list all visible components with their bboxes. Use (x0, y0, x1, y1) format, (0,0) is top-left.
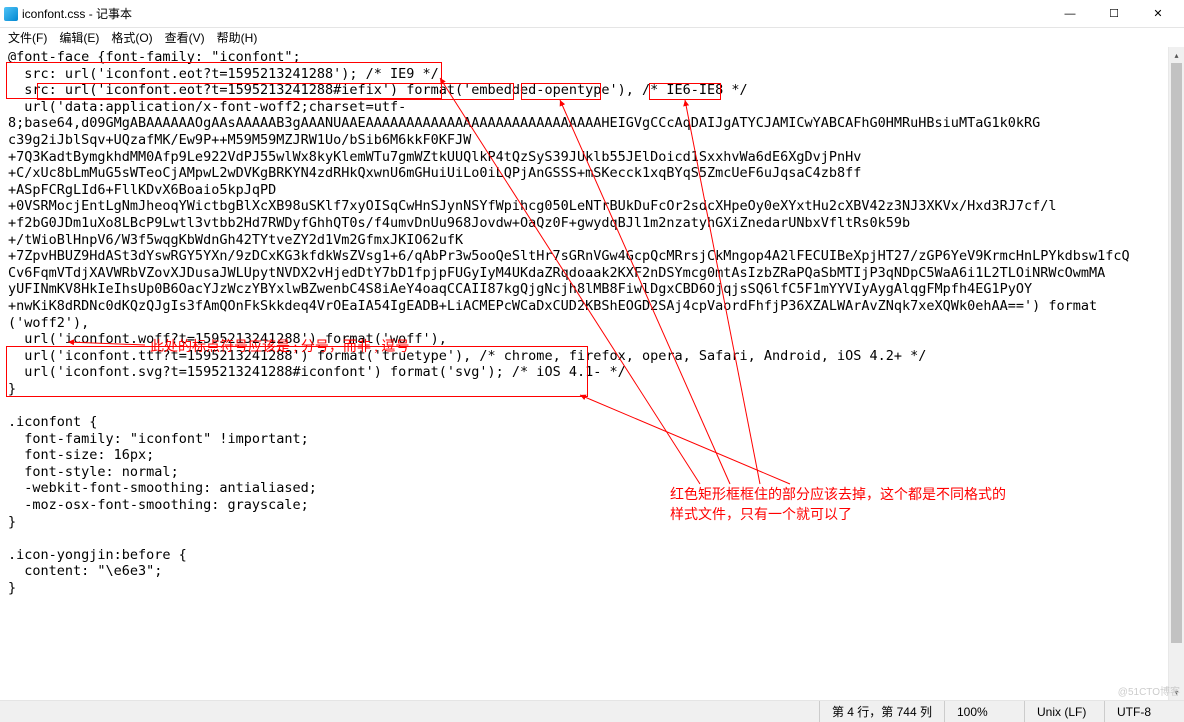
status-eol: Unix (LF) (1024, 701, 1104, 722)
status-zoom: 100% (944, 701, 1024, 722)
app-icon (4, 7, 18, 21)
minimize-button[interactable]: — (1048, 0, 1092, 28)
menu-file[interactable]: 文件(F) (2, 29, 53, 46)
scrollbar-thumb[interactable] (1171, 63, 1182, 643)
close-button[interactable]: ✕ (1136, 0, 1180, 28)
menu-bar: 文件(F) 编辑(E) 格式(O) 查看(V) 帮助(H) (0, 28, 1184, 47)
window-title: iconfont.css - 记事本 (22, 5, 1048, 22)
scroll-up-icon[interactable]: ▴ (1169, 47, 1184, 63)
title-bar: iconfont.css - 记事本 — ☐ ✕ (0, 0, 1184, 28)
menu-view[interactable]: 查看(V) (159, 29, 211, 46)
status-encoding: UTF-8 (1104, 701, 1184, 722)
status-position: 第 4 行，第 744 列 (819, 701, 944, 722)
maximize-button[interactable]: ☐ (1092, 0, 1136, 28)
menu-edit[interactable]: 编辑(E) (53, 29, 105, 46)
menu-help[interactable]: 帮助(H) (211, 29, 264, 46)
vertical-scrollbar[interactable]: ▴ ▾ (1168, 47, 1184, 700)
window-controls: — ☐ ✕ (1048, 0, 1180, 28)
text-area[interactable]: @font-face {font-family: "iconfont"; src… (0, 47, 1184, 700)
menu-format[interactable]: 格式(O) (105, 29, 158, 46)
status-bar: 第 4 行，第 744 列 100% Unix (LF) UTF-8 (0, 700, 1184, 722)
watermark: @51CTO博客 (1118, 683, 1180, 698)
